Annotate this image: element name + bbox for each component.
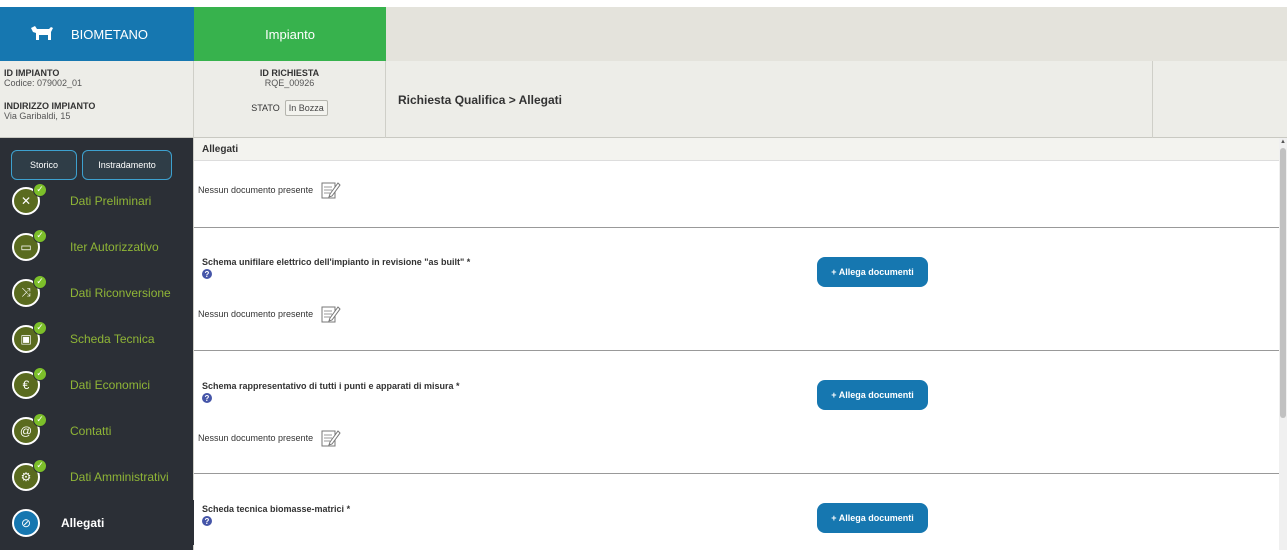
divider xyxy=(194,473,1279,474)
status-badge: In Bozza xyxy=(284,100,328,116)
scrollbar-thumb[interactable] xyxy=(1280,148,1286,418)
attachment-title: Scheda tecnica biomasse-matrici * xyxy=(202,504,351,514)
tools-icon: ✕ ✓ xyxy=(12,182,47,215)
check-icon: ✓ xyxy=(33,366,47,381)
sidebar-item-label: Dati Preliminari xyxy=(70,193,152,208)
ticket-icon: ▭ ✓ xyxy=(12,228,47,261)
vertical-scrollbar[interactable]: ▲ xyxy=(1279,138,1287,550)
breadcrumb: Richiesta Qualifica > Allegati xyxy=(398,93,562,107)
sidebar-item-label: Iter Autorizzativo xyxy=(70,239,159,254)
sidebar-item-dati-preliminari[interactable]: ✕ ✓ Dati Preliminari xyxy=(0,178,194,223)
attach-documents-button[interactable]: + Allega documenti xyxy=(817,257,928,287)
sidebar-item-label: Dati Amministrativi xyxy=(70,469,169,484)
attach-documents-button[interactable]: + Allega documenti xyxy=(817,380,928,410)
shuffle-icon: ⤨ ✓ xyxy=(12,274,47,307)
no-document-row: Nessun documento presente xyxy=(198,180,341,200)
scroll-up-arrow-icon[interactable]: ▲ xyxy=(1279,138,1287,146)
help-icon[interactable]: ? xyxy=(202,269,212,279)
edit-document-icon[interactable] xyxy=(321,428,341,448)
attachment-title: Schema rappresentativo di tutti i punti … xyxy=(202,381,460,391)
check-icon: ✓ xyxy=(33,458,47,473)
sidebar-item-label: Scheda Tecnica xyxy=(70,331,155,346)
id-richiesta-value: RQE_00926 xyxy=(264,78,315,88)
no-document-text: Nessun documento presente xyxy=(198,309,314,319)
sidebar-buttons: Storico Instradamento xyxy=(11,150,172,180)
sidebar-item-iter-autorizzativo[interactable]: ▭ ✓ Iter Autorizzativo xyxy=(0,224,194,269)
top-bar: BIOMETANO Impianto xyxy=(0,7,1287,61)
divider xyxy=(1152,61,1153,138)
check-icon: ✓ xyxy=(33,274,47,289)
impianto-info: ID IMPIANTO Codice: 079002_01 INDIRIZZO … xyxy=(0,61,194,138)
edit-document-icon[interactable] xyxy=(321,180,341,200)
stato-row: STATO In Bozza xyxy=(194,100,385,116)
divider xyxy=(194,350,1279,351)
check-icon: ✓ xyxy=(33,182,47,197)
richiesta-info: ID RICHIESTA RQE_00926 STATO In Bozza xyxy=(194,61,386,138)
help-icon[interactable]: ? xyxy=(202,516,212,526)
id-impianto-value: Codice: 079002_01 xyxy=(4,78,83,88)
edit-document-icon[interactable] xyxy=(321,304,341,324)
no-document-text: Nessun documento presente xyxy=(198,185,314,195)
sidebar-item-label: Contatti xyxy=(70,423,112,438)
check-icon: ✓ xyxy=(33,412,47,427)
info-row: ID IMPIANTO Codice: 079002_01 INDIRIZZO … xyxy=(0,61,1287,138)
sidebar-item-label: Allegati xyxy=(61,515,105,530)
no-document-text: Nessun documento presente xyxy=(198,433,314,443)
instradamento-button[interactable]: Instradamento xyxy=(82,150,172,180)
brand-tab[interactable]: BIOMETANO xyxy=(0,7,194,61)
sidebar-item-scheda-tecnica[interactable]: ▣ ✓ Scheda Tecnica xyxy=(0,316,194,361)
sidebar-item-contatti[interactable]: @ ✓ Contatti xyxy=(0,408,194,453)
wallet-icon: ▣ ✓ xyxy=(12,320,47,353)
tab-impianto[interactable]: Impianto xyxy=(194,7,386,61)
paperclip-icon: ⊘ xyxy=(12,508,40,537)
storico-button[interactable]: Storico xyxy=(11,150,77,180)
sidebar: Storico Instradamento ✕ ✓ Dati Preliminar… xyxy=(0,138,194,550)
section-header: Allegati xyxy=(194,138,1279,161)
cow-icon xyxy=(31,26,53,40)
wrench-icon: ⚙ ✓ xyxy=(12,458,47,491)
sidebar-item-dati-riconversione[interactable]: ⤨ ✓ Dati Riconversione xyxy=(0,270,194,315)
contact-icon: @ ✓ xyxy=(12,412,47,445)
brand-label: BIOMETANO xyxy=(71,26,149,42)
attach-documents-button[interactable]: + Allega documenti xyxy=(817,503,928,533)
indirizzo-value: Via Garibaldi, 15 xyxy=(4,111,71,121)
main-content: Allegati Nessun documento presente Schem… xyxy=(194,138,1279,550)
id-richiesta-label: ID RICHIESTA xyxy=(259,68,320,78)
help-icon[interactable]: ? xyxy=(202,393,212,403)
id-impianto-label: ID IMPIANTO xyxy=(4,68,60,78)
sidebar-item-allegati[interactable]: ⊘ Allegati xyxy=(0,500,194,545)
check-icon: ✓ xyxy=(33,320,47,335)
no-document-row: Nessun documento presente xyxy=(198,304,341,324)
stato-label: STATO xyxy=(251,103,280,113)
divider xyxy=(194,227,1279,228)
no-document-row: Nessun documento presente xyxy=(198,428,341,448)
sidebar-item-label: Dati Economici xyxy=(70,377,151,392)
sidebar-item-dati-economici[interactable]: € ✓ Dati Economici xyxy=(0,362,194,407)
check-icon: ✓ xyxy=(33,228,47,243)
sidebar-item-dati-amministrativi[interactable]: ⚙ ✓ Dati Amministrativi xyxy=(0,454,194,499)
attachment-title: Schema unifilare elettrico dell'impianto… xyxy=(202,257,471,267)
euro-icon: € ✓ xyxy=(12,366,47,399)
sidebar-item-label: Dati Riconversione xyxy=(70,285,171,300)
indirizzo-label: INDIRIZZO IMPIANTO xyxy=(4,101,96,111)
